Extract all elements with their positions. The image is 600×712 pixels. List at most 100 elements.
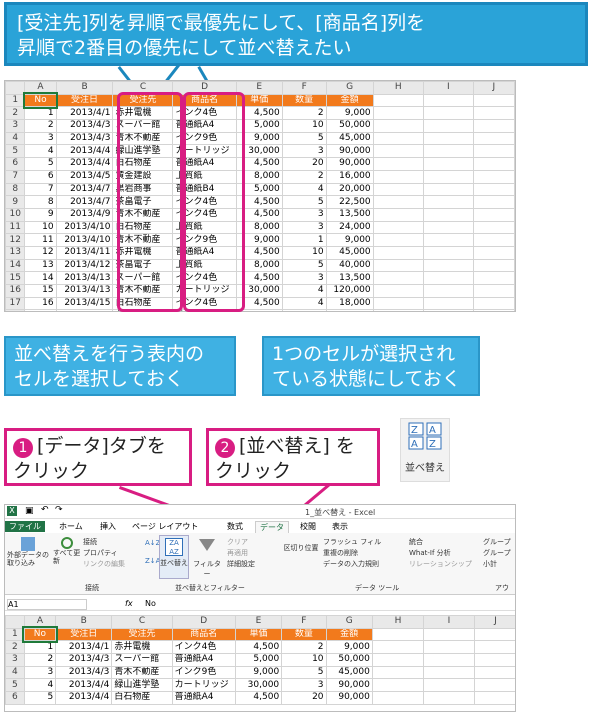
filter-button[interactable]: フィルター (193, 539, 221, 579)
excel-header-cell[interactable]: 金額 (325, 627, 373, 642)
excel-cell[interactable] (371, 653, 425, 667)
excel-cell[interactable]: 青木不動産 (111, 665, 173, 680)
sheet-row-header[interactable]: 14 (5, 258, 26, 273)
sheet-row-header[interactable]: 16 (5, 284, 26, 298)
reapply-button[interactable]: 再適用 (227, 548, 248, 558)
sheet-cell[interactable]: 7 (24, 182, 57, 197)
sheet-cell[interactable]: 8 (24, 195, 57, 209)
sheet-cell[interactable] (422, 296, 474, 311)
excel-cell[interactable]: 赤井電機 (111, 640, 173, 655)
excel-cell[interactable]: 20 (281, 691, 327, 705)
excel-cell[interactable]: 3 (281, 678, 327, 693)
flash-fill-button[interactable]: フラッシュ フィル (323, 537, 381, 547)
sheet-cell[interactable]: 2013/4/3 (55, 119, 114, 133)
sheet-cell[interactable]: 10 (281, 245, 327, 260)
excel-column-header[interactable]: C (111, 615, 173, 629)
excel-header-cell[interactable]: 商品名 (171, 627, 236, 642)
excel-header-cell[interactable]: 単価 (234, 627, 283, 642)
sheet-cell[interactable]: 3 (281, 220, 327, 235)
sheet-cell[interactable]: 20 (281, 157, 327, 171)
tab-7[interactable]: 表示 (328, 521, 352, 532)
sheet-cell[interactable] (372, 169, 424, 184)
sheet-row-header[interactable]: 11 (5, 220, 26, 235)
excel-cell[interactable]: 白石物産 (111, 691, 173, 705)
sheet-cell[interactable]: 3 (281, 207, 327, 222)
sheet-cell[interactable] (472, 106, 515, 121)
excel-cell[interactable]: 2013/4/4 (55, 678, 113, 693)
sheet-cell[interactable]: 5 (24, 157, 57, 171)
sheet-row-header[interactable]: 17 (5, 296, 26, 311)
excel-cell[interactable]: 4,500 (234, 640, 283, 655)
sheet-cell[interactable] (422, 131, 474, 146)
sheet-cell[interactable]: 2 (281, 106, 327, 121)
sheet-cell[interactable]: 5 (281, 258, 327, 273)
excel-cell[interactable]: 2013/4/1 (55, 640, 113, 655)
sheet-cell[interactable]: 5,000 (325, 309, 374, 311)
sheet-cell[interactable]: 16 (24, 296, 57, 311)
sheet-cell[interactable] (472, 131, 515, 146)
text-to-columns-button[interactable]: 区切り位置 (283, 543, 319, 553)
excel-cell[interactable]: 4 (23, 678, 57, 693)
sheet-cell[interactable] (472, 195, 515, 209)
excel-cell[interactable] (371, 640, 425, 655)
sheet-cell[interactable]: 2013/4/10 (55, 233, 114, 247)
sheet-column-header[interactable]: J (472, 81, 515, 95)
excel-column-header[interactable]: B (55, 615, 113, 629)
sheet-row-header[interactable]: 1 (5, 93, 26, 108)
excel-cell[interactable] (371, 691, 425, 705)
sheet-cell[interactable]: 1 (24, 106, 57, 121)
sheet-cell[interactable]: 2013/4/11 (55, 245, 114, 260)
excel-cell[interactable] (473, 691, 515, 705)
excel-cell[interactable] (423, 678, 475, 693)
excel-cell[interactable] (473, 665, 515, 680)
excel-header-cell[interactable] (371, 627, 425, 642)
excel-column-header[interactable]: G (325, 615, 373, 629)
sheet-header-cell[interactable]: 受注日 (55, 93, 114, 108)
excel-column-header[interactable]: H (371, 615, 425, 629)
sheet-row-header[interactable]: 2 (5, 106, 26, 121)
sheet-cell[interactable]: 2013/4/7 (55, 182, 114, 197)
sheet-select-all[interactable] (5, 81, 26, 95)
sheet-cell[interactable]: 1 (281, 233, 327, 247)
sheet-cell[interactable]: 16,000 (325, 169, 374, 184)
sheet-cell[interactable] (422, 106, 474, 121)
sheet-row-header[interactable]: 9 (5, 195, 26, 209)
refresh-all-button[interactable]: すべて更新 (53, 537, 81, 565)
excel-cell[interactable] (371, 665, 425, 680)
sheet-header-cell[interactable] (472, 93, 515, 108)
subtotal-button[interactable]: 小計 (483, 559, 497, 569)
remove-duplicates-button[interactable]: 重複の削除 (323, 548, 358, 558)
sheet-cell[interactable]: 9,000 (325, 233, 374, 247)
sheet-cell[interactable]: 4 (281, 284, 327, 298)
sheet-column-header[interactable]: B (55, 81, 114, 95)
consolidate-button[interactable]: 統合 (409, 537, 423, 547)
sheet-row-header[interactable]: 12 (5, 233, 26, 247)
sheet-cell[interactable]: 10 (281, 119, 327, 133)
sheet-cell[interactable]: 17 (24, 309, 57, 311)
sheet-cell[interactable] (372, 144, 424, 159)
excel-header-cell[interactable] (423, 627, 475, 642)
sheet-cell[interactable]: 4 (281, 296, 327, 311)
sheet-cell[interactable] (422, 182, 474, 197)
sheet-row-header[interactable]: 4 (5, 131, 26, 146)
sheet-cell[interactable] (422, 271, 474, 285)
sheet-cell[interactable] (372, 309, 424, 311)
sheet-cell[interactable] (372, 271, 424, 285)
sheet-cell[interactable] (422, 195, 474, 209)
excel-cell[interactable]: 2 (23, 653, 57, 667)
sheet-row-header[interactable]: 10 (5, 207, 26, 222)
sheet-cell[interactable] (422, 119, 474, 133)
excel-cell[interactable] (423, 640, 475, 655)
sheet-cell[interactable] (372, 233, 424, 247)
sheet-cell[interactable] (372, 284, 424, 298)
excel-column-header[interactable]: A (23, 615, 57, 629)
sheet-cell[interactable] (372, 296, 424, 311)
excel-cell[interactable] (423, 653, 475, 667)
ungroup-button[interactable]: グループ (483, 548, 511, 558)
sheet-cell[interactable] (422, 233, 474, 247)
sheet-cell[interactable]: 2013/4/12 (55, 258, 114, 273)
sheet-cell[interactable]: 22,500 (325, 195, 374, 209)
sheet-cell[interactable] (472, 144, 515, 159)
excel-row-header[interactable]: 1 (5, 627, 25, 642)
excel-cell[interactable]: 2013/4/3 (55, 653, 113, 667)
